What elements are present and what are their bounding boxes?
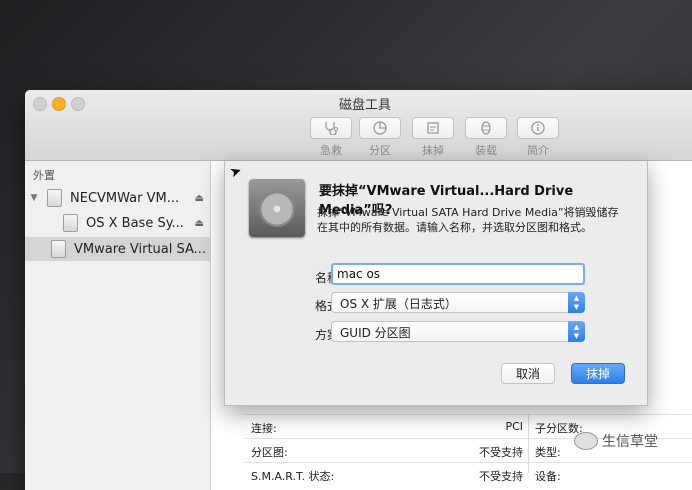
- info-label: 简介: [527, 144, 549, 157]
- mount-icon: [465, 117, 507, 139]
- watermark: 生信草堂: [574, 431, 658, 451]
- watermark-text: 生信草堂: [602, 434, 658, 450]
- scheme-select[interactable]: GUID 分区图 ▲ ▼: [331, 321, 585, 342]
- sidebar-item-vmware-virtual[interactable]: VMware Virtual SA...: [25, 237, 210, 261]
- disk-icon: [51, 240, 66, 258]
- sidebar: 外置 ▼ NECVMWar VM... ⏏ OS X Base Sy... ⏏ …: [25, 161, 211, 490]
- format-select[interactable]: OS X 扩展（日志式） ▲ ▼: [331, 292, 585, 313]
- sidebar-item-label: OS X Base Sy...: [86, 215, 184, 231]
- sidebar-item-label: NECVMWar VM...: [70, 190, 180, 206]
- info-divider: [528, 414, 529, 473]
- disk-icon: [63, 214, 78, 232]
- sheet-description: 抹掉“VMware Virtual SATA Hard Drive Media”…: [317, 206, 619, 234]
- window-title: 磁盘工具: [338, 98, 391, 113]
- wechat-logo-icon: [574, 432, 598, 450]
- chevron-updown-icon: ▲ ▼: [568, 321, 585, 342]
- mount-label: 装载: [475, 144, 497, 157]
- info-icon: [517, 117, 559, 139]
- scheme-value: GUID 分区图: [340, 326, 411, 340]
- sidebar-item-necvmwar[interactable]: ▼ NECVMWar VM... ⏏: [25, 186, 210, 210]
- erase-confirm-button[interactable]: 抹掉: [571, 363, 625, 384]
- chevron-updown-icon: ▲ ▼: [568, 292, 585, 313]
- eject-icon[interactable]: ⏏: [195, 218, 204, 229]
- pie-icon: [359, 117, 401, 139]
- erase-icon: [412, 117, 454, 139]
- titlebar: 磁盘工具 急救 分区 抹掉 装载 简介: [25, 90, 692, 161]
- info-row-smart: S.M.A.R.T. 状态: 不受支持 设备:: [245, 462, 692, 487]
- eject-icon[interactable]: ⏏: [195, 193, 204, 204]
- sidebar-header: 外置: [33, 169, 55, 182]
- sidebar-item-label: VMware Virtual SA...: [74, 241, 207, 257]
- hard-drive-icon: [249, 179, 305, 237]
- stethoscope-icon: [310, 117, 352, 139]
- erase-toolbar-button[interactable]: 抹掉: [412, 117, 454, 158]
- info-button[interactable]: 简介: [517, 117, 559, 158]
- sidebar-item-osx-base[interactable]: OS X Base Sy... ⏏: [25, 211, 210, 235]
- erase-sheet: 要抹掉“VMware Virtual...Hard Drive Media”吗?…: [224, 161, 648, 406]
- format-value: OS X 扩展（日志式）: [340, 297, 457, 311]
- rescue-label: 急救: [320, 144, 342, 157]
- mount-button[interactable]: 装载: [465, 117, 507, 158]
- cancel-button[interactable]: 取消: [501, 363, 555, 384]
- partition-label: 分区: [369, 144, 391, 157]
- rescue-button[interactable]: 急救: [310, 117, 352, 158]
- name-input[interactable]: [331, 263, 585, 285]
- disk-icon: [47, 189, 62, 207]
- erase-label: 抹掉: [422, 144, 444, 157]
- disclosure-down-icon[interactable]: ▼: [27, 193, 41, 203]
- partition-button[interactable]: 分区: [359, 117, 401, 158]
